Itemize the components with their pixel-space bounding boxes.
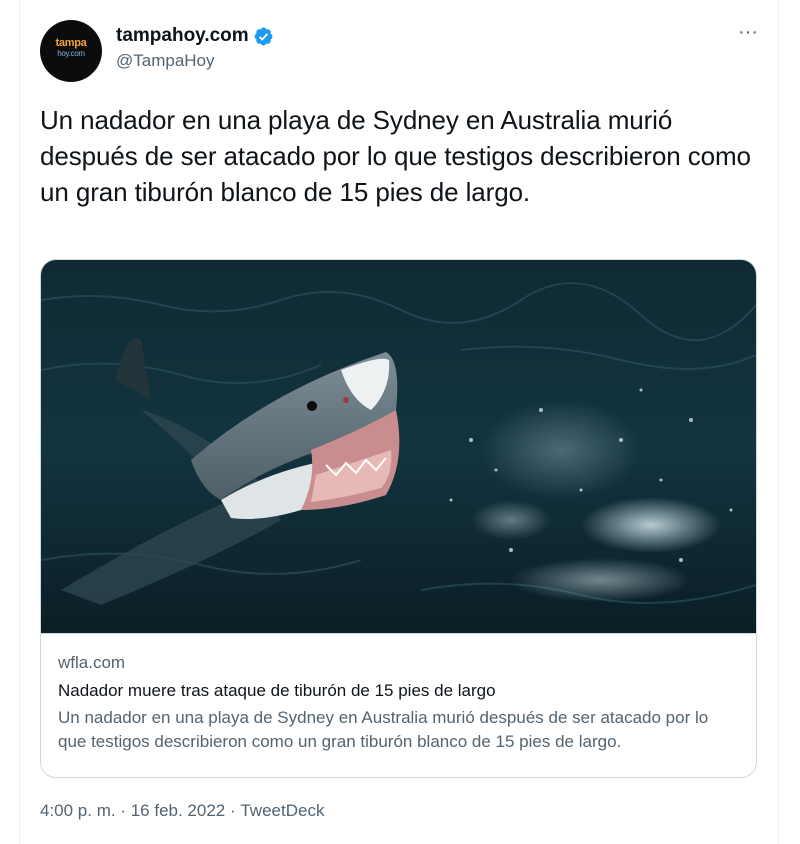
- avatar-logo: tampa hoy.com: [48, 37, 94, 59]
- card-domain: wfla.com: [58, 653, 126, 672]
- meta-separator: ·: [115, 801, 131, 820]
- author-handle[interactable]: @TampaHoy: [116, 51, 274, 71]
- tweet-meta: 4:00 p. m. · 16 feb. 2022 · TweetDeck: [40, 801, 324, 821]
- avatar[interactable]: tampa hoy.com: [40, 20, 102, 82]
- avatar-logo-text: tampa: [55, 37, 87, 49]
- card-info: wfla.com Nadador muere tras ataque de ti…: [41, 633, 756, 777]
- tweet-source[interactable]: TweetDeck: [240, 801, 324, 821]
- tweet-text: Un nadador en una playa de Sydney en Aus…: [40, 105, 751, 207]
- verified-badge-icon: [254, 27, 273, 45]
- avatar-logo-subtext: hoy.com: [57, 49, 85, 58]
- author-display-name[interactable]: tampahoy.com: [116, 25, 249, 47]
- more-options-icon[interactable]: ···: [736, 22, 760, 48]
- author-names: tampahoy.com @TampaHoy: [116, 24, 274, 71]
- card-image: [41, 260, 756, 633]
- display-name-row: tampahoy.com: [116, 24, 274, 48]
- tweet-date[interactable]: 16 feb. 2022: [131, 801, 226, 821]
- link-card[interactable]: wfla.com Nadador muere tras ataque de ti…: [40, 259, 757, 778]
- card-description: Un nadador en una playa de Sydney en Aus…: [58, 708, 709, 751]
- tweet-header: tampa hoy.com tampahoy.com @TampaHoy ···: [40, 20, 760, 82]
- meta-separator: ·: [225, 801, 241, 820]
- tweet-time[interactable]: 4:00 p. m.: [40, 801, 116, 821]
- card-title: Nadador muere tras ataque de tiburón de …: [58, 681, 496, 700]
